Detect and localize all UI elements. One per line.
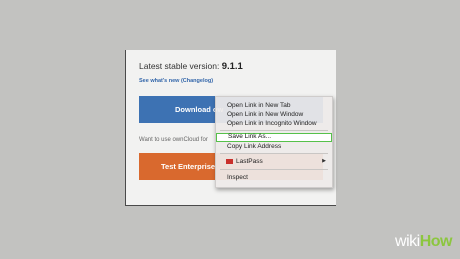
lastpass-icon — [226, 158, 233, 164]
watermark-how: How — [419, 233, 453, 250]
menu-item-lastpass[interactable]: LastPass ▶ — [216, 157, 332, 166]
context-menu: Open Link in New Tab Open Link in New Wi… — [215, 96, 333, 188]
menu-item-open-incognito[interactable]: Open Link in Incognito Window — [216, 119, 332, 128]
changelog-link[interactable]: See what's new (Changelog) — [139, 78, 213, 84]
menu-item-copy-link-address[interactable]: Copy Link Address — [216, 142, 332, 151]
version-number: 9.1.1 — [221, 61, 243, 72]
version-label: Latest stable version: — [139, 61, 222, 71]
menu-separator — [220, 153, 328, 154]
version-line: Latest stable version: 9.1.1 — [139, 61, 243, 72]
menu-separator — [220, 130, 328, 131]
enterprise-prompt-text: Want to use ownCloud for — [139, 137, 208, 143]
wikihow-watermark: wikiHow — [395, 233, 452, 251]
watermark-wiki: wiki — [395, 233, 420, 250]
enterprise-button-label: Test Enterprise — [161, 162, 216, 171]
menu-item-lastpass-label: LastPass — [236, 158, 263, 165]
menu-separator — [220, 169, 328, 170]
menu-item-open-new-tab[interactable]: Open Link in New Tab — [216, 101, 332, 110]
submenu-arrow-icon: ▶ — [322, 158, 326, 164]
menu-item-save-link-as[interactable]: Save Link As... — [216, 133, 332, 142]
menu-item-open-new-window[interactable]: Open Link in New Window — [216, 110, 332, 119]
menu-item-inspect[interactable]: Inspect — [216, 173, 332, 182]
